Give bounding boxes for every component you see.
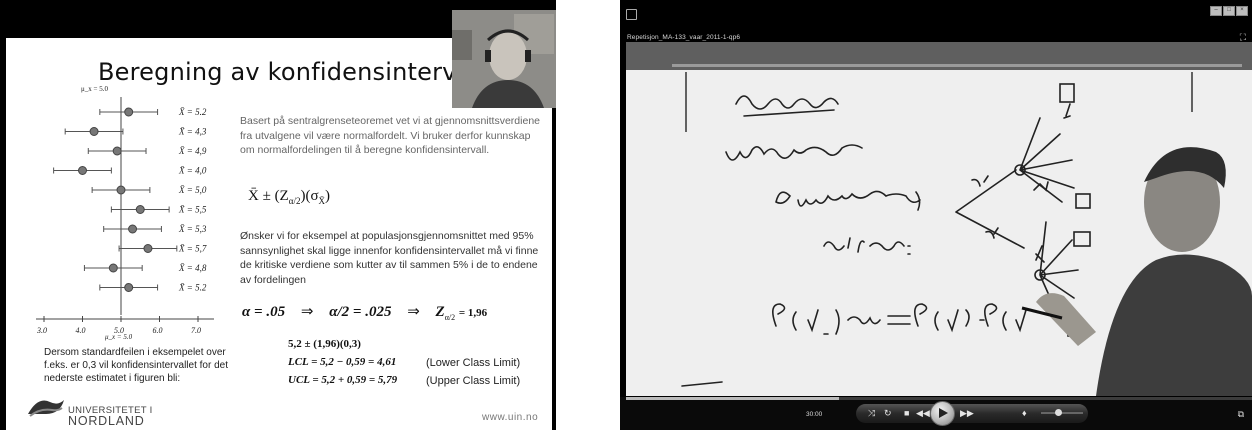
sample-mean-point (112, 146, 122, 156)
x-axis-tick-label: 3.0 (36, 326, 47, 335)
university-logo (28, 400, 64, 417)
previous-icon[interactable]: ◀◀ (916, 408, 930, 418)
window-controls: – □ × (1210, 6, 1248, 16)
sample-mean-point (124, 283, 134, 292)
paragraph-standard-error: Dersom standardfeilen i eksempelet over … (44, 347, 228, 384)
volume-knob[interactable] (1054, 409, 1062, 416)
confidence-interval-plot: μ_x = 5.0 X̄ = 5.2 X̄ = 4,3 X̄ = 4,9 X̄ = 4,… (36, 85, 214, 341)
ucl-note: (Upper Class Limit) (426, 375, 521, 387)
video-title: Repetisjon_MA-133_vaar_2011-1-qp6 (627, 34, 741, 41)
seek-progress (626, 397, 839, 400)
presenter-webcam-image (452, 10, 556, 108)
sample-mean-point (143, 244, 153, 253)
lcl-formula: LCL = 5,2 − 0,59 = 4,61 (288, 356, 397, 368)
sample-mean-point (89, 127, 99, 136)
maximize-icon[interactable]: □ (1223, 6, 1235, 16)
ci-formula: X̄ ± (Zα/2)(σX̄) (248, 188, 331, 206)
sample-mean-label: X̄ = 5,0 (178, 185, 207, 195)
paragraph-example: Ønsker vi for eksempel at populasjonsgje… (240, 230, 539, 286)
x-axis-tick-label: 4.0 (76, 326, 86, 335)
player-app-icon (626, 9, 637, 20)
sample-mean-point (116, 185, 126, 195)
alpha-row: α = .05 ⇒ α/2 = .025 ⇒ Zα/2 = 1,96 (242, 304, 488, 322)
minimize-icon[interactable]: – (1210, 6, 1222, 16)
sample-mean-label: X̄ = 4,9 (178, 146, 207, 156)
sample-mean-label: X̄ = 4,3 (178, 127, 207, 137)
lcl-note: (Lower Class Limit) (426, 357, 521, 369)
mute-icon[interactable]: ♦ (1022, 408, 1027, 418)
sample-mean-label: X̄ = 5,5 (178, 205, 207, 215)
website-url: www.uin.no (482, 412, 539, 423)
close-icon[interactable]: × (1236, 6, 1248, 16)
next-icon[interactable]: ▶▶ (960, 408, 974, 418)
repeat-icon[interactable]: ↻ (884, 408, 892, 418)
sample-mean-label: X̄ = 5.2 (178, 107, 207, 117)
paragraph-clt: Basert på sentralgrenseteoremet vet vi a… (240, 115, 540, 156)
mu-bottom-label: μ_x = 5.0 (105, 333, 133, 341)
seek-bar[interactable] (626, 397, 1252, 400)
sample-mean-label: X̄ = 5,7 (178, 244, 207, 254)
sample-mean-point (135, 205, 145, 214)
sample-mean-point (78, 166, 87, 175)
sample-mean-point (124, 107, 134, 117)
calc-line: 5,2 ± (1,96)(0,3) (288, 338, 361, 350)
volume-slider[interactable] (1041, 412, 1083, 414)
slide-window: Beregning av konfidensintervall μ_x = 5.… (0, 0, 556, 430)
sample-mean-point (128, 224, 138, 234)
video-player: – □ × Repetisjon_MA-133_vaar_2011-1-qp6 … (620, 0, 1252, 430)
video-frame[interactable] (626, 42, 1252, 396)
sample-mean-point (108, 263, 118, 273)
sample-mean-label: X̄ = 4,0 (178, 166, 207, 176)
shuffle-icon[interactable]: ⤨ (868, 408, 875, 418)
ucl-formula: UCL = 5,2 + 0,59 = 5,79 (288, 374, 398, 386)
whiteboard-video-image (626, 42, 1252, 396)
elapsed-time: 30:00 (806, 411, 823, 418)
switch-to-library-icon[interactable]: ⧉ (1238, 409, 1244, 420)
mu-top-label: μ_x = 5.0 (81, 85, 108, 93)
sample-mean-label: X̄ = 5,3 (178, 224, 207, 234)
sample-mean-label: X̄ = 4,8 (178, 263, 207, 273)
sample-mean-label: X̄ = 5.2 (178, 283, 207, 293)
stop-icon[interactable]: ■ (904, 408, 909, 418)
play-button[interactable] (930, 401, 955, 426)
webcam-overlay (452, 10, 556, 108)
university-name: UNIVERSITETET I NORDLAND (68, 405, 153, 428)
x-axis-tick-label: 6.0 (153, 326, 163, 335)
x-axis-tick-label: 7.0 (191, 326, 201, 335)
